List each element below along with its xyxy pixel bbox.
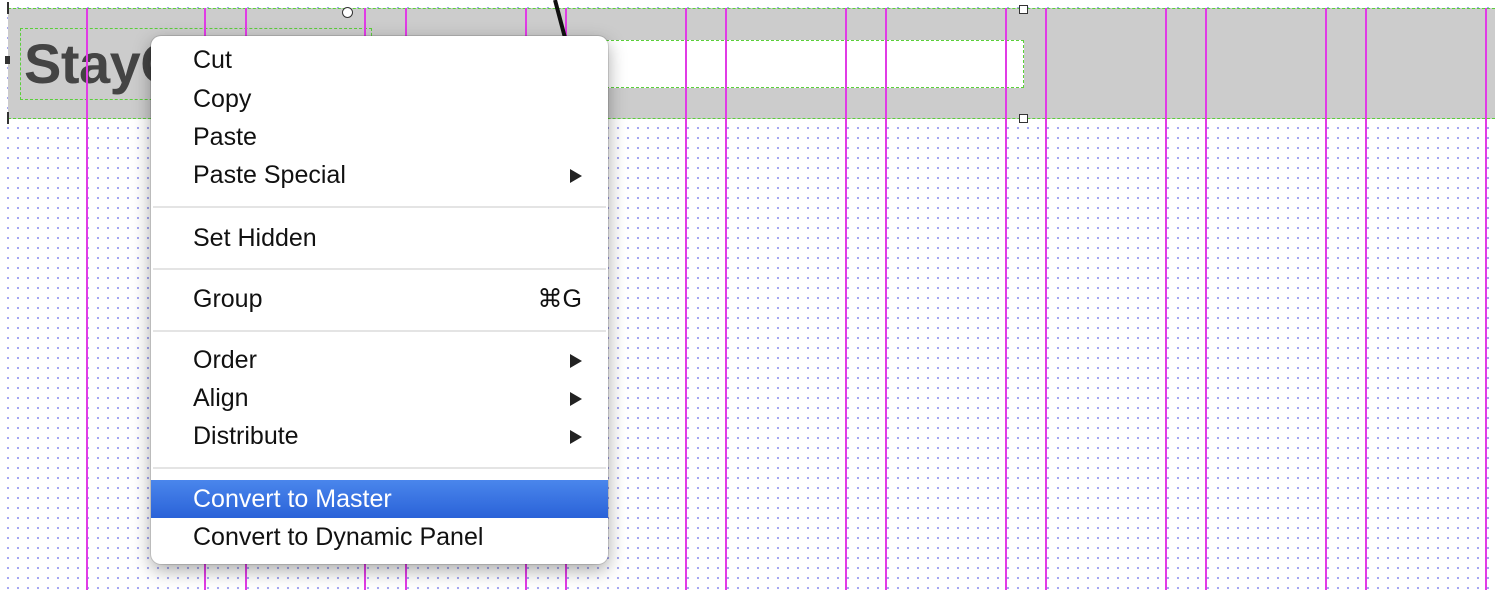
menu-item-label: Group bbox=[193, 285, 263, 313]
menu-item-label: Paste Special bbox=[193, 161, 346, 189]
ruler-tick bbox=[7, 2, 9, 14]
menu-item-label: Order bbox=[193, 346, 257, 374]
menu-item-label: Align bbox=[193, 384, 249, 412]
resize-handle-icon[interactable] bbox=[1019, 5, 1028, 14]
menu-item-label: Paste bbox=[193, 123, 257, 151]
menu-item-label: Set Hidden bbox=[193, 224, 317, 252]
guide-line bbox=[1325, 8, 1327, 590]
menu-item-group[interactable]: Group ⌘G bbox=[151, 280, 608, 318]
resize-handle-icon[interactable] bbox=[1019, 114, 1028, 123]
menu-item-label: Convert to Master bbox=[193, 485, 392, 513]
submenu-arrow-icon bbox=[570, 354, 582, 368]
menu-separator bbox=[153, 268, 606, 270]
menu-item-copy[interactable]: Copy bbox=[151, 80, 608, 118]
design-canvas[interactable]: StayCation Cut Copy Paste Past bbox=[0, 0, 1495, 590]
guide-line bbox=[1045, 8, 1047, 590]
ruler-tick bbox=[5, 56, 10, 64]
submenu-arrow-icon bbox=[570, 392, 582, 406]
menu-separator bbox=[153, 467, 606, 469]
context-menu: Cut Copy Paste Paste Special Set Hidden … bbox=[151, 36, 608, 564]
menu-item-label: Distribute bbox=[193, 422, 299, 450]
menu-item-paste-special[interactable]: Paste Special bbox=[151, 156, 608, 194]
guide-line bbox=[1205, 8, 1207, 590]
guide-line bbox=[1365, 8, 1367, 590]
guide-line bbox=[86, 8, 88, 590]
submenu-arrow-icon bbox=[570, 169, 582, 183]
guide-line bbox=[685, 8, 687, 590]
menu-item-shortcut: ⌘G bbox=[537, 285, 582, 313]
menu-item-distribute[interactable]: Distribute bbox=[151, 417, 608, 455]
menu-item-label: Copy bbox=[193, 85, 252, 113]
ruler-tick bbox=[7, 112, 9, 124]
guide-line bbox=[1005, 8, 1007, 590]
guide-line bbox=[845, 8, 847, 590]
menu-item-align[interactable]: Align bbox=[151, 379, 608, 417]
menu-separator bbox=[153, 330, 606, 332]
menu-item-label: Cut bbox=[193, 46, 232, 74]
menu-item-convert-to-master[interactable]: Convert to Master bbox=[151, 480, 608, 518]
guide-line bbox=[1485, 8, 1487, 590]
menu-item-paste[interactable]: Paste bbox=[151, 118, 608, 156]
menu-item-label: Convert to Dynamic Panel bbox=[193, 523, 484, 551]
guide-line bbox=[885, 8, 887, 590]
rotate-handle-icon[interactable] bbox=[342, 7, 353, 18]
guide-line bbox=[1165, 8, 1167, 590]
guide-line bbox=[725, 8, 727, 590]
menu-item-order[interactable]: Order bbox=[151, 341, 608, 379]
menu-separator bbox=[153, 206, 606, 208]
menu-item-cut[interactable]: Cut bbox=[151, 41, 608, 79]
menu-item-convert-to-dynamic-panel[interactable]: Convert to Dynamic Panel bbox=[151, 518, 608, 556]
menu-item-set-hidden[interactable]: Set Hidden bbox=[151, 219, 608, 257]
submenu-arrow-icon bbox=[570, 430, 582, 444]
search-box-widget[interactable] bbox=[596, 40, 1024, 88]
